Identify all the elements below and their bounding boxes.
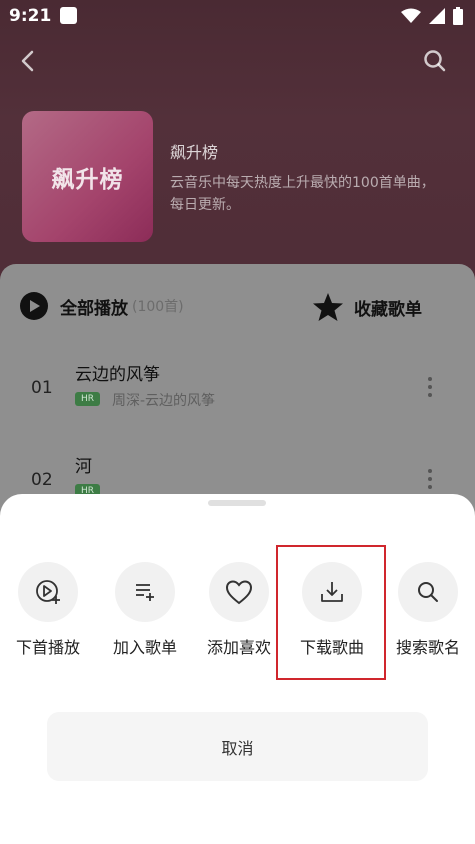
song-index: 02 xyxy=(31,470,53,490)
song-artist-album: 周深-云边的风筝 xyxy=(112,393,216,409)
cover-text: 飙升榜 xyxy=(51,166,124,193)
status-time: 9:21 xyxy=(9,6,52,26)
play-next-button[interactable]: 下首播放 xyxy=(8,562,88,658)
wifi-icon xyxy=(401,8,421,23)
hr-quality-badge: HR xyxy=(75,392,100,406)
song-row[interactable]: 01 云边的风筝 HR 周深-云边的风筝 xyxy=(0,360,475,440)
song-actions-sheet xyxy=(0,494,475,844)
search-song-name-button[interactable]: 搜索歌名 xyxy=(388,562,468,658)
playlist-title: 飙升榜 xyxy=(170,143,219,162)
playlist-cover: 飙升榜 xyxy=(22,111,153,242)
status-bar: 9:21 xyxy=(0,0,475,34)
status-indicators xyxy=(401,7,463,25)
cancel-button[interactable]: 取消 xyxy=(47,712,428,781)
download-highlight-box xyxy=(276,545,386,680)
collect-playlist-label: 收藏歌单 xyxy=(354,299,422,320)
cell-signal-icon xyxy=(429,8,445,24)
star-icon xyxy=(313,293,343,321)
song-index: 01 xyxy=(31,378,53,398)
play-next-icon xyxy=(18,562,78,622)
play-all-button[interactable]: 全部播放 (100首) xyxy=(20,292,184,320)
add-to-favorites-button[interactable]: 添加喜欢 xyxy=(199,562,279,658)
add-to-playlist-label: 加入歌单 xyxy=(112,638,177,657)
search-song-name-label: 搜索歌名 xyxy=(395,638,460,657)
add-to-playlist-icon xyxy=(115,562,175,622)
sheet-drag-handle[interactable] xyxy=(208,500,266,506)
search-icon xyxy=(424,50,446,72)
heart-icon xyxy=(209,562,269,622)
song-title: 云边的风筝 xyxy=(75,365,160,385)
add-to-favorites-label: 添加喜欢 xyxy=(206,638,271,657)
more-vertical-icon[interactable] xyxy=(424,466,436,496)
play-all-count: (100首) xyxy=(132,299,184,315)
play-next-label: 下首播放 xyxy=(15,638,80,657)
song-title: 河 xyxy=(75,457,92,477)
header-search-button[interactable] xyxy=(421,46,449,76)
more-vertical-icon[interactable] xyxy=(424,374,436,404)
search-icon xyxy=(398,562,458,622)
collect-playlist-button[interactable]: 收藏歌单 xyxy=(312,292,422,322)
add-to-playlist-button[interactable]: 加入歌单 xyxy=(105,562,185,658)
play-all-label: 全部播放 xyxy=(60,298,128,319)
notification-app-icon xyxy=(60,7,77,24)
play-circle-icon xyxy=(20,292,48,320)
app-screen: 9:21 飙升榜 飙升榜 云音乐中每天热度上升最快的100首单曲，每日更新。 全… xyxy=(0,0,475,844)
chevron-left-icon xyxy=(21,50,34,72)
battery-icon xyxy=(453,7,463,25)
back-button[interactable] xyxy=(14,46,42,76)
playlist-description: 云音乐中每天热度上升最快的100首单曲，每日更新。 xyxy=(170,175,435,213)
